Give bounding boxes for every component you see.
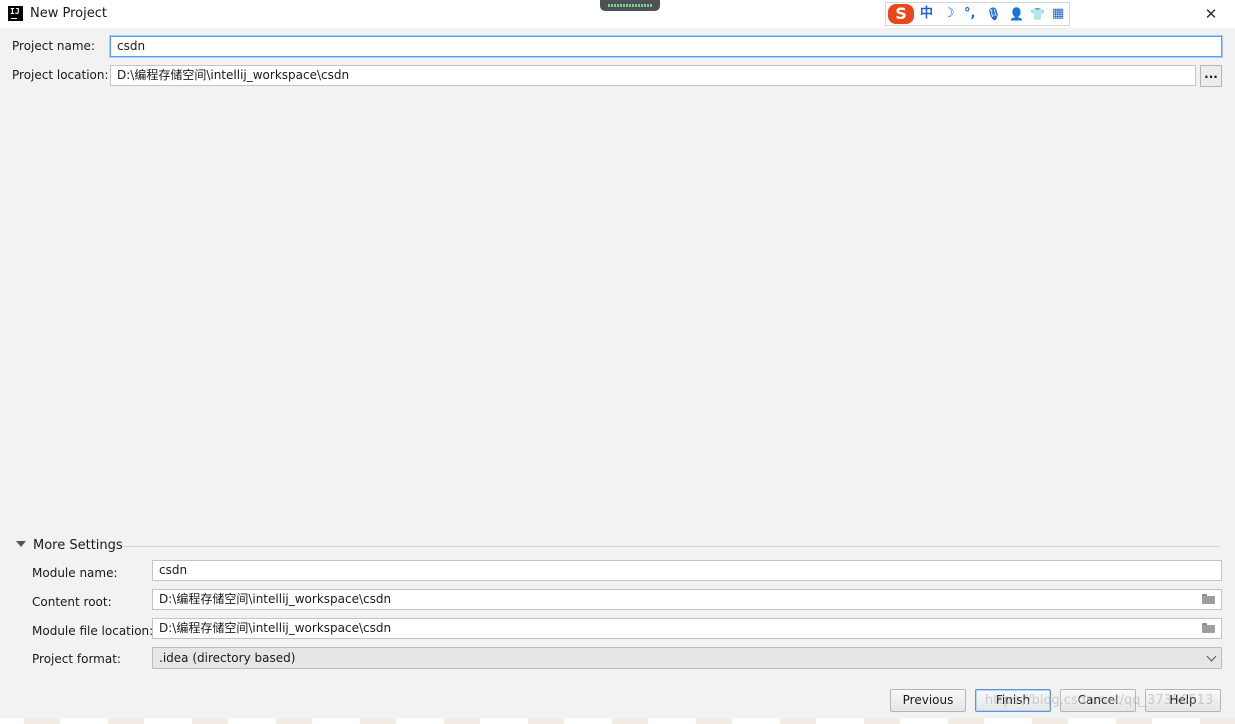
content-root-value: D:\编程存储空间\intellij_workspace\csdn bbox=[159, 592, 392, 606]
watermark: https://blog.csdn.net/qq_37356513 bbox=[985, 693, 1214, 708]
screen-capture-handle[interactable] bbox=[600, 0, 660, 11]
previous-button[interactable]: Previous bbox=[890, 689, 966, 712]
module-file-location-input[interactable]: D:\编程存储空间\intellij_workspace\csdn bbox=[152, 618, 1222, 639]
divider bbox=[122, 546, 1220, 547]
ime-toolbar[interactable]: S 中 ☽ °, 🎙 👤 👕 ▦ bbox=[885, 2, 1070, 26]
intellij-logo-icon: IJ bbox=[8, 6, 23, 21]
module-file-location-label: Module file location: bbox=[32, 624, 154, 638]
content-root-input[interactable]: D:\编程存储空间\intellij_workspace\csdn bbox=[152, 589, 1222, 610]
project-name-input[interactable]: csdn bbox=[110, 36, 1222, 57]
folder-icon[interactable] bbox=[1202, 594, 1215, 604]
skin-shirt-icon[interactable]: 👕 bbox=[1030, 5, 1045, 23]
background-strip bbox=[0, 718, 1235, 724]
module-name-input[interactable]: csdn bbox=[152, 560, 1222, 581]
project-location-input[interactable]: D:\编程存储空间\intellij_workspace\csdn bbox=[110, 65, 1196, 86]
chevron-down-icon bbox=[1206, 651, 1217, 662]
browse-button[interactable]: ... bbox=[1200, 65, 1222, 87]
sogou-logo-icon[interactable]: S bbox=[888, 4, 914, 24]
project-format-select[interactable]: .idea (directory based) bbox=[152, 647, 1222, 669]
user-icon[interactable]: 👤 bbox=[1009, 5, 1024, 23]
close-icon[interactable]: ✕ bbox=[1196, 0, 1226, 28]
toolbox-grid-icon[interactable]: ▦ bbox=[1052, 5, 1064, 23]
punctuation-icon[interactable]: °, bbox=[964, 5, 975, 23]
project-format-value: .idea (directory based) bbox=[159, 651, 296, 665]
content-root-label: Content root: bbox=[32, 595, 112, 609]
collapse-arrow-icon[interactable] bbox=[16, 541, 26, 547]
project-name-label: Project name: bbox=[12, 39, 95, 53]
moon-icon[interactable]: ☽ bbox=[943, 5, 955, 23]
module-file-location-value: D:\编程存储空间\intellij_workspace\csdn bbox=[159, 621, 392, 635]
project-format-label: Project format: bbox=[32, 652, 121, 666]
project-location-label: Project location: bbox=[12, 68, 109, 82]
window-title: New Project bbox=[30, 6, 107, 21]
folder-icon[interactable] bbox=[1202, 623, 1215, 633]
microphone-icon[interactable]: 🎙 bbox=[986, 5, 1001, 23]
chinese-mode-indicator[interactable]: 中 bbox=[920, 5, 933, 23]
more-settings-toggle[interactable]: More Settings bbox=[33, 538, 123, 553]
module-name-label: Module name: bbox=[32, 566, 118, 580]
